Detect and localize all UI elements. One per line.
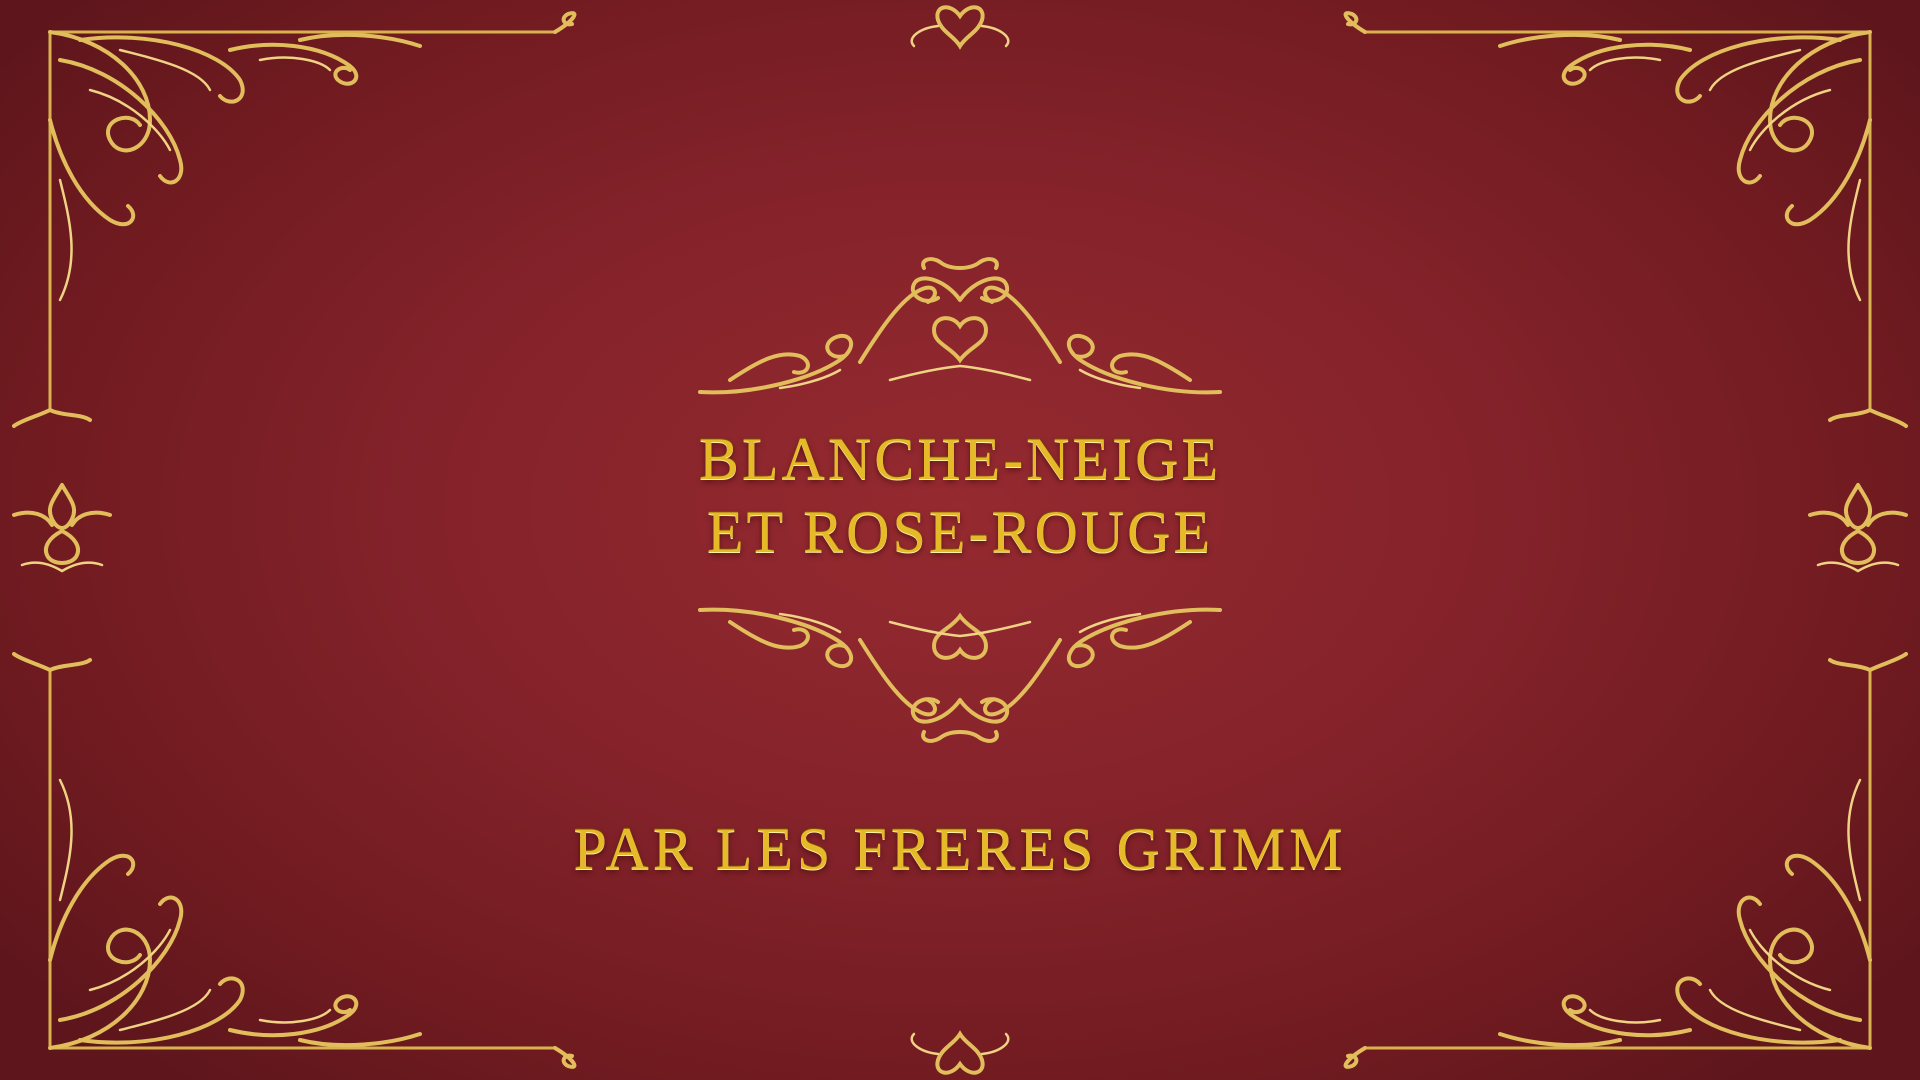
title-line-2: ET ROSE-ROUGE — [706, 499, 1214, 565]
title-card: BLANCHE-NEIGE ET ROSE-ROUGE PAR LES FRER… — [0, 0, 1920, 1080]
author-credit: PAR LES FRERES GRIMM — [573, 816, 1347, 882]
title-line-1: BLANCHE-NEIGE — [698, 426, 1222, 492]
